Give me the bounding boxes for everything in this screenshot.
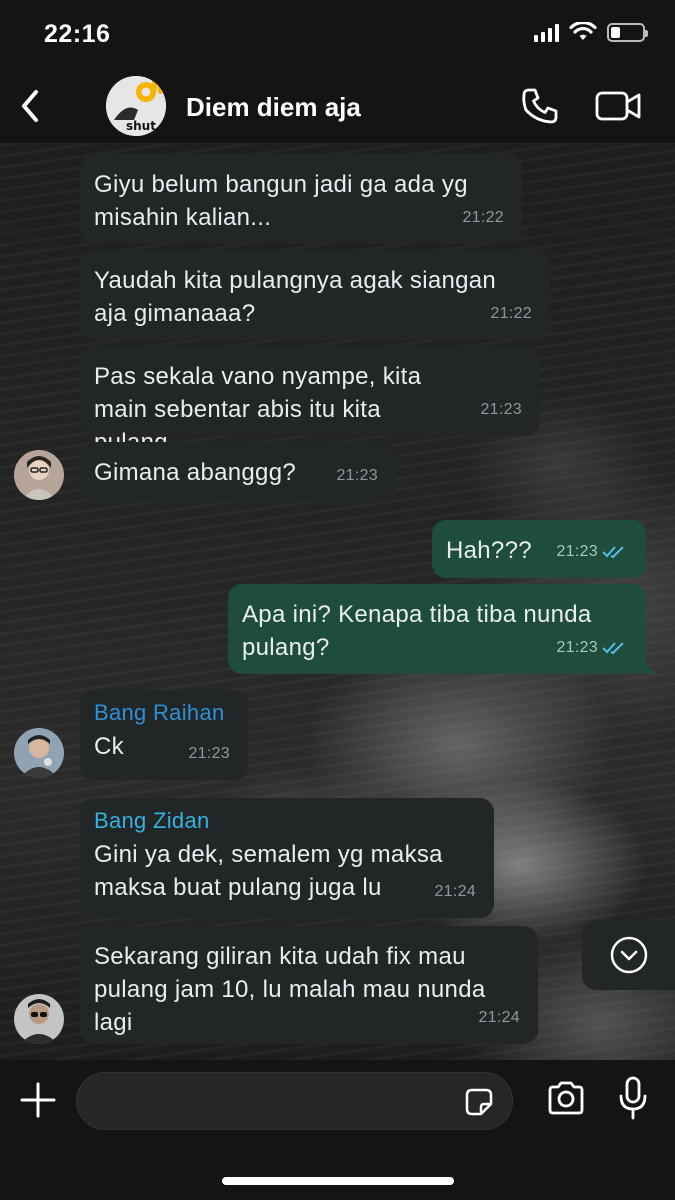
- message-bubble[interactable]: Sekarang giliran kita udah fix mau pulan…: [80, 926, 538, 1044]
- status-icons: [534, 22, 648, 42]
- home-indicator: [222, 1177, 454, 1185]
- microphone-icon[interactable]: [618, 1076, 648, 1120]
- battery-icon: [607, 22, 648, 42]
- camera-icon[interactable]: [546, 1080, 586, 1116]
- message-time: 21:24: [478, 1009, 520, 1026]
- message-bubble[interactable]: Pas sekala vano nyampe, kita main sebent…: [80, 346, 540, 456]
- message-text: Yaudah kita pulangnya agak siangan aja g…: [94, 267, 497, 327]
- group-name[interactable]: Diem diem aja: [186, 92, 361, 123]
- message-bubble[interactable]: Bang Zidan Gini ya dek, semalem yg maksa…: [80, 798, 494, 918]
- message-text: Giyu belum bangun jadi ga ada yg misahin…: [94, 171, 468, 231]
- message-bubble[interactable]: Bang Raihan Ck 21:23: [80, 690, 248, 780]
- sender-avatar[interactable]: [14, 728, 64, 778]
- message-time: 21:23: [556, 639, 598, 656]
- sticker-icon[interactable]: [464, 1087, 494, 1117]
- message-input-bar: [0, 1060, 675, 1200]
- sender-avatar[interactable]: [14, 450, 64, 500]
- message-time: 21:23: [336, 467, 378, 484]
- message-time: 21:22: [462, 209, 504, 226]
- chevron-down-icon: [610, 936, 647, 974]
- battery-fill: [611, 26, 620, 38]
- sender-name[interactable]: Bang Zidan: [94, 806, 478, 836]
- group-avatar[interactable]: shut: [106, 76, 166, 136]
- sender-avatar-image: [14, 450, 64, 500]
- scroll-to-bottom-button[interactable]: [582, 920, 675, 990]
- back-arrow-icon[interactable]: [14, 86, 48, 126]
- message-text: Sekarang giliran kita udah fix mau pulan…: [94, 943, 486, 1036]
- sender-name[interactable]: Bang Raihan: [94, 698, 232, 728]
- message-time: 21:23: [188, 745, 230, 762]
- status-time: 22:16: [44, 20, 111, 48]
- message-bubble[interactable]: Yaudah kita pulangnya agak siangan aja g…: [80, 250, 550, 340]
- chat-area[interactable]: Giyu belum bangun jadi ga ada yg misahin…: [0, 144, 675, 1060]
- message-time: 21:24: [434, 883, 476, 900]
- video-camera-icon[interactable]: [594, 88, 642, 124]
- sender-avatar-image: [14, 728, 64, 778]
- wifi-icon: [569, 22, 597, 40]
- message-time: 21:23: [556, 543, 598, 560]
- message-time: 21:23: [480, 401, 522, 418]
- message-time-row: 21:23: [556, 631, 628, 664]
- message-time-row: 21:23: [556, 535, 628, 568]
- read-ticks-icon: [602, 545, 624, 558]
- status-bar: 22:16: [0, 0, 675, 70]
- sender-avatar-image: [14, 994, 64, 1044]
- message-text: Gini ya dek, semalem yg maksa maksa buat…: [94, 841, 443, 901]
- cellular-signal-icon: [534, 22, 559, 42]
- chat-header: shut Diem diem aja: [0, 70, 675, 144]
- message-bubble-outgoing[interactable]: Apa ini? Kenapa tiba tiba nunda pulang? …: [228, 584, 656, 674]
- plus-icon[interactable]: [20, 1082, 56, 1118]
- message-bubble[interactable]: Giyu belum bangun jadi ga ada yg misahin…: [80, 154, 522, 244]
- message-bubble-outgoing[interactable]: Hah??? 21:23: [432, 520, 646, 578]
- read-ticks-icon: [602, 641, 624, 654]
- group-avatar-text: shut: [126, 119, 156, 133]
- message-bubble[interactable]: Gimana abanggg? 21:23: [80, 442, 396, 502]
- sender-avatar[interactable]: [14, 994, 64, 1044]
- message-input-box[interactable]: [76, 1072, 513, 1130]
- message-time: 21:22: [490, 305, 532, 322]
- message-input[interactable]: [95, 1073, 455, 1129]
- phone-icon[interactable]: [520, 86, 560, 126]
